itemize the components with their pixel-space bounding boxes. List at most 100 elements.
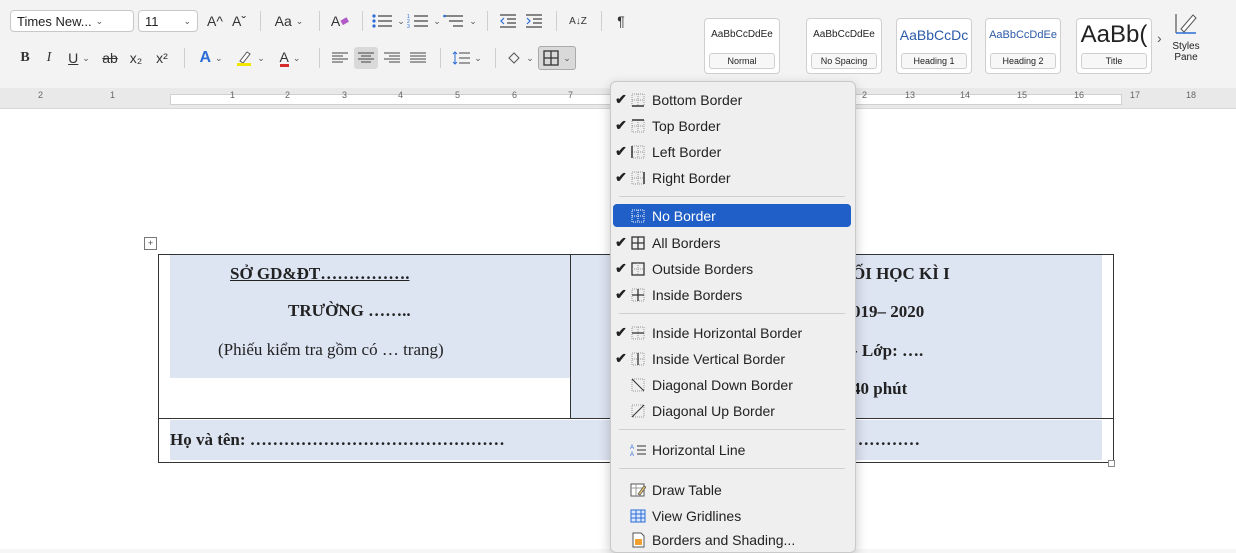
sort-button[interactable]: A↓Z (565, 10, 591, 32)
clear-formatting-label: A (330, 13, 341, 29)
clear-formatting-button[interactable]: A (328, 10, 352, 32)
styles-pane-icon (1175, 14, 1197, 34)
align-right-button[interactable] (380, 47, 404, 69)
draw-table-icon (629, 482, 647, 498)
menu-item-label: Inside Horizontal Border (652, 324, 803, 341)
style-heading-2[interactable]: AaBbCcDdEe Heading 2 (985, 18, 1061, 74)
styles-more-icon[interactable]: › (1157, 30, 1162, 46)
chevron-down-icon: ⌄ (474, 52, 482, 63)
shrink-font-button[interactable]: Aˇ (228, 10, 250, 32)
styles-pane-label-2: Pane (1174, 52, 1198, 63)
menu-item-inside-borders[interactable]: ✔ Inside Borders (613, 283, 851, 306)
menu-item-bottom-border[interactable]: ✔ Bottom Border (613, 88, 851, 111)
style-name: No Spacing (811, 53, 877, 69)
svg-text:3: 3 (407, 24, 410, 29)
font-color-button[interactable]: A ⌄ (271, 47, 309, 69)
ruler-number: 14 (960, 90, 971, 100)
strikethrough-button[interactable]: ab (98, 47, 122, 69)
menu-item-borders-and-shading[interactable]: Borders and Shading... (613, 528, 851, 551)
font-name-select[interactable]: Times New... ⌄ (10, 10, 134, 32)
change-case-button[interactable]: Aa ⌄ (269, 10, 309, 32)
ruler-number: 15 (1017, 90, 1028, 100)
chevron-down-icon: ⌄ (183, 15, 191, 26)
divider (319, 48, 320, 68)
menu-item-left-border[interactable]: ✔ Left Border (613, 140, 851, 163)
numbering-button[interactable]: 1 2 3 ⌄ (407, 10, 441, 32)
multilevel-list-icon (443, 14, 464, 27)
styles-pane-button[interactable]: Styles Pane (1168, 8, 1204, 74)
font-size-value: 11 (145, 13, 159, 29)
menu-item-label: All Borders (652, 234, 721, 251)
menu-item-horizontal-line[interactable]: AA Horizontal Line (613, 438, 851, 461)
style-heading-1[interactable]: AaBbCcDc Heading 1 (896, 18, 972, 74)
right-header-line-2: 019– 2020 (852, 302, 925, 321)
menu-item-outside-borders[interactable]: ✔ Outside Borders (613, 257, 851, 280)
style-no-spacing[interactable]: AaBbCcDdEe No Spacing (806, 18, 882, 74)
menu-item-diagonal-up-border[interactable]: Diagonal Up Border (613, 399, 851, 422)
menu-item-view-gridlines[interactable]: View Gridlines (613, 504, 851, 527)
menu-item-inside-horizontal-border[interactable]: ✔ Inside Horizontal Border (613, 321, 851, 344)
inside-horizontal-border-icon (629, 325, 647, 341)
diagonal-down-border-icon (629, 377, 647, 393)
menu-item-label: Right Border (652, 169, 731, 186)
menu-item-draw-table[interactable]: Draw Table (613, 478, 851, 501)
justify-button[interactable] (406, 47, 430, 69)
menu-item-label: View Gridlines (652, 507, 742, 524)
ruler-number: 2 (285, 90, 291, 100)
line-spacing-button[interactable]: ⌄ (449, 47, 485, 69)
align-center-icon (358, 52, 374, 63)
table-vertical-divider (570, 254, 571, 418)
bullets-button[interactable]: ⌄ (371, 10, 405, 32)
show-formatting-button[interactable]: ¶ (610, 10, 632, 32)
menu-item-label: Left Border (652, 143, 722, 160)
menu-separator (619, 196, 845, 197)
align-left-button[interactable] (328, 47, 352, 69)
view-gridlines-icon (629, 508, 647, 524)
table-resize-handle[interactable] (1108, 460, 1115, 467)
subscript-button[interactable]: x₂ (124, 47, 148, 69)
superscript-button[interactable]: x² (150, 47, 174, 69)
decrease-indent-button[interactable] (496, 10, 520, 32)
menu-item-inside-vertical-border[interactable]: ✔ Inside Vertical Border (613, 347, 851, 370)
align-center-button[interactable] (354, 47, 378, 69)
right-header-line-3: - Lớp: …. (852, 341, 924, 360)
ribbon-toolbar: Times New... ⌄ 11 ⌄ A^ Aˇ Aa ⌄ A ⌄ 1 2 3 ⌄ ⌄ A… (0, 0, 1236, 89)
shading-button[interactable]: ⌄ (504, 47, 536, 69)
style-title[interactable]: AaBb( Title (1076, 18, 1152, 74)
bullet-list-icon (372, 14, 393, 28)
ruler-number: 4 (398, 90, 404, 100)
style-normal[interactable]: AaBbCcDdEe Normal (704, 18, 780, 74)
svg-text:A: A (630, 445, 634, 451)
menu-item-right-border[interactable]: ✔ Right Border (613, 166, 851, 189)
menu-item-no-border[interactable]: No Border (613, 204, 851, 227)
menu-item-diagonal-down-border[interactable]: Diagonal Down Border (613, 373, 851, 396)
style-preview: AaBbCcDdEe (813, 29, 875, 40)
chevron-down-icon: ⌄ (82, 52, 90, 63)
ruler-number: 1 (110, 90, 116, 100)
chevron-down-icon: ⌄ (295, 15, 304, 26)
multilevel-list-button[interactable]: ⌄ (443, 10, 477, 32)
underline-button[interactable]: U ⌄ (62, 47, 96, 69)
ruler-number: 5 (455, 90, 461, 100)
italic-button[interactable]: I (38, 47, 60, 69)
divider (319, 11, 320, 31)
student-name-label: Họ và tên: ……………………………………… (170, 430, 505, 449)
increase-indent-button[interactable] (522, 10, 546, 32)
menu-item-all-borders[interactable]: ✔ All Borders (613, 231, 851, 254)
style-name: Heading 2 (990, 53, 1056, 69)
menu-item-top-border[interactable]: ✔ Top Border (613, 114, 851, 137)
divider (362, 11, 363, 31)
checkmark-icon: ✔ (615, 143, 627, 159)
style-preview: AaBbCcDdEe (711, 29, 773, 40)
grow-font-button[interactable]: A^ (204, 10, 226, 32)
chevron-down-icon: ⌄ (563, 52, 571, 63)
table-move-handle-icon[interactable]: + (144, 237, 157, 250)
bold-button[interactable]: B (14, 47, 36, 69)
menu-item-label: Horizontal Line (652, 441, 746, 458)
text-effects-button[interactable]: A ⌄ (193, 47, 229, 69)
borders-button[interactable]: ⌄ (538, 46, 576, 70)
menu-separator (619, 468, 845, 469)
font-size-select[interactable]: 11 ⌄ (138, 10, 198, 32)
align-right-icon (384, 52, 400, 63)
highlight-color-button[interactable]: ⌄ (231, 47, 269, 69)
